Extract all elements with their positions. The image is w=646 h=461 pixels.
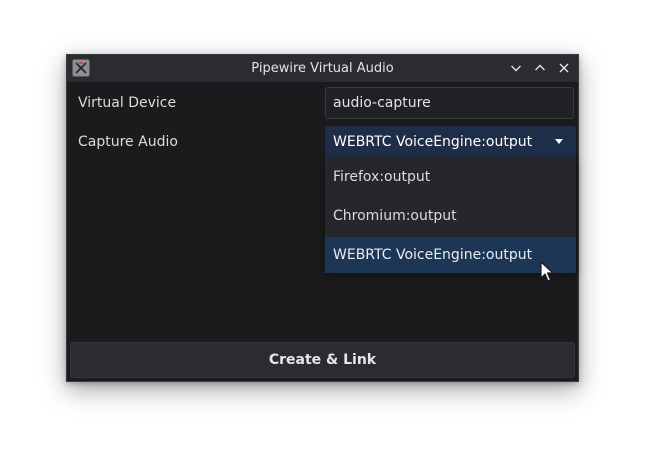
app-window: Pipewire Virtual Audio Virtual Device au… <box>66 54 579 382</box>
chevron-up-icon <box>535 64 545 71</box>
title-bar[interactable]: Pipewire Virtual Audio <box>67 55 578 82</box>
minimize-button[interactable] <box>507 59 525 77</box>
capture-audio-select[interactable]: WEBRTC VoiceEngine:output <box>325 126 576 158</box>
chevron-down-icon <box>511 65 521 72</box>
dropdown-option-webrtc[interactable]: WEBRTC VoiceEngine:output <box>325 237 576 273</box>
capture-audio-label: Capture Audio <box>78 134 178 150</box>
virtual-device-input[interactable]: audio-capture <box>325 87 574 119</box>
mouse-cursor-icon <box>540 261 554 282</box>
virtual-device-label: Virtual Device <box>78 95 177 111</box>
dropdown-option-firefox[interactable]: Firefox:output <box>325 159 576 195</box>
capture-audio-selected-value: WEBRTC VoiceEngine:output <box>333 134 533 150</box>
window-title: Pipewire Virtual Audio <box>251 61 394 76</box>
close-icon <box>559 63 569 73</box>
dropdown-arrow-icon <box>555 139 563 144</box>
maximize-button[interactable] <box>531 59 549 77</box>
close-button[interactable] <box>555 59 573 77</box>
dropdown-option-chromium[interactable]: Chromium:output <box>325 198 576 234</box>
create-link-button[interactable]: Create & Link <box>70 342 575 378</box>
capture-audio-dropdown: Firefox:output Chromium:output WEBRTC Vo… <box>325 158 576 273</box>
